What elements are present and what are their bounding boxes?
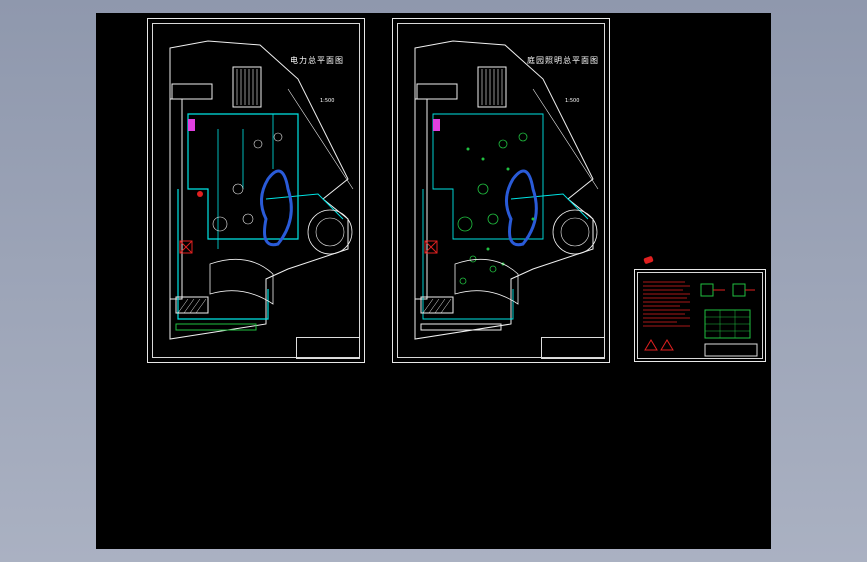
drawing-sheet-1[interactable]: 电力总平面图 1:500 (147, 18, 365, 363)
title-block (296, 337, 360, 359)
red-marker (643, 255, 654, 265)
site-plan-drawing-1 (169, 40, 354, 340)
legend-drawing (643, 281, 758, 357)
site-plan-drawing-2 (414, 40, 599, 340)
drawing-canvas[interactable]: 电力总平面图 1:500 庭园照明总平面图 1:500 (96, 13, 771, 549)
drawing-sheet-2[interactable]: 庭园照明总平面图 1:500 (392, 18, 610, 363)
title-block (541, 337, 605, 359)
drawing-sheet-3[interactable] (634, 269, 766, 362)
